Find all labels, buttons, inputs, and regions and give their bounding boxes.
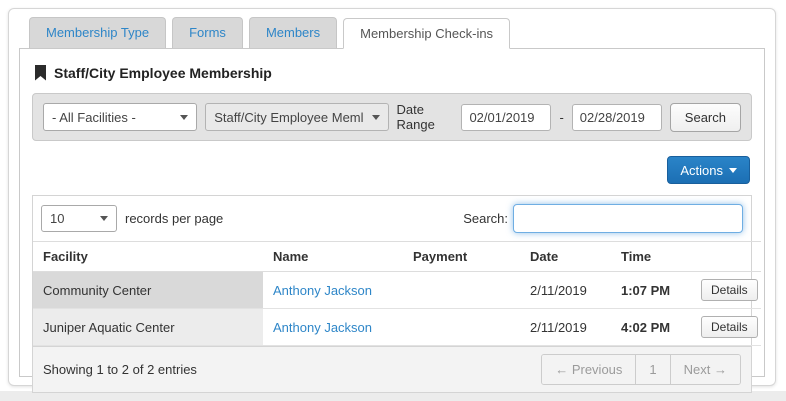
- tab-content-panel: Staff/City Employee Membership - All Fac…: [19, 48, 765, 377]
- table-search-input[interactable]: [513, 204, 743, 233]
- facility-select-value: - All Facilities -: [52, 110, 136, 125]
- bookmark-icon: [34, 65, 47, 81]
- pagination: ← Previous 1 Next →: [541, 354, 741, 385]
- facility-select[interactable]: - All Facilities -: [43, 103, 197, 131]
- chevron-down-icon: [100, 216, 108, 221]
- cell-date: 2/11/2019: [520, 309, 611, 346]
- tab-membership-type[interactable]: Membership Type: [29, 17, 166, 48]
- actions-button-label: Actions: [680, 163, 723, 178]
- header-name[interactable]: Name: [263, 242, 403, 272]
- cell-name: Anthony Jackson: [263, 272, 403, 309]
- cell-details: Details: [691, 272, 761, 309]
- pagination-previous-button[interactable]: ← Previous: [542, 355, 635, 384]
- date-from-input[interactable]: [461, 104, 551, 131]
- tab-forms[interactable]: Forms: [172, 17, 243, 48]
- actions-button[interactable]: Actions: [667, 156, 750, 184]
- pagination-page-1-button[interactable]: 1: [635, 355, 669, 384]
- check-ins-table: Facility Name Payment Date Time Communit…: [33, 241, 761, 346]
- header-payment[interactable]: Payment: [403, 242, 520, 272]
- details-button[interactable]: Details: [701, 316, 758, 338]
- entries-info: Showing 1 to 2 of 2 entries: [43, 362, 197, 377]
- page-length-suffix: records per page: [125, 211, 223, 226]
- header-details: [691, 242, 761, 272]
- search-button[interactable]: Search: [670, 103, 741, 132]
- tab-members[interactable]: Members: [249, 17, 337, 48]
- cell-facility: Juniper Aquatic Center: [33, 309, 263, 346]
- header-time[interactable]: Time: [611, 242, 691, 272]
- table-footer: Showing 1 to 2 of 2 entries ← Previous 1…: [33, 346, 751, 392]
- panel-title-text: Staff/City Employee Membership: [54, 65, 272, 81]
- main-panel: Membership Type Forms Members Membership…: [8, 8, 776, 386]
- chevron-down-icon: [372, 115, 380, 120]
- table-search-label: Search:: [463, 211, 513, 226]
- cell-name: Anthony Jackson: [263, 309, 403, 346]
- cell-details: Details: [691, 309, 761, 346]
- cell-time: 4:02 PM: [611, 309, 691, 346]
- table-row: Juniper Aquatic Center Anthony Jackson 2…: [33, 309, 761, 346]
- tab-membership-check-ins[interactable]: Membership Check-ins: [343, 18, 510, 49]
- table-row: Community Center Anthony Jackson 2/11/20…: [33, 272, 761, 309]
- details-button[interactable]: Details: [701, 279, 758, 301]
- panel-title: Staff/City Employee Membership: [32, 61, 752, 93]
- cell-facility: Community Center: [33, 272, 263, 309]
- page-length-select[interactable]: 10: [41, 205, 117, 232]
- cell-date: 2/11/2019: [520, 272, 611, 309]
- date-separator: -: [559, 110, 563, 125]
- table-controls: 10 records per page Search:: [33, 196, 751, 241]
- date-to-input[interactable]: [572, 104, 662, 131]
- page-length-value: 10: [50, 211, 64, 226]
- header-facility[interactable]: Facility: [33, 242, 263, 272]
- date-range-label: Date Range: [397, 102, 454, 132]
- cell-payment: [403, 272, 520, 309]
- datatable-wrapper: 10 records per page Search: Facility Nam…: [32, 195, 752, 393]
- filter-bar: - All Facilities - Staff/City Employee M…: [32, 93, 752, 141]
- membership-select-value: Staff/City Employee Meml: [214, 110, 363, 125]
- cell-time: 1:07 PM: [611, 272, 691, 309]
- member-name-link[interactable]: Anthony Jackson: [273, 283, 372, 298]
- member-name-link[interactable]: Anthony Jackson: [273, 320, 372, 335]
- cell-payment: [403, 309, 520, 346]
- pagination-next-button[interactable]: Next →: [670, 355, 740, 384]
- tab-bar: Membership Type Forms Members Membership…: [29, 17, 775, 48]
- header-date[interactable]: Date: [520, 242, 611, 272]
- membership-select[interactable]: Staff/City Employee Meml: [205, 103, 388, 131]
- actions-row: Actions: [32, 156, 750, 184]
- chevron-down-icon: [729, 168, 737, 173]
- chevron-down-icon: [180, 115, 188, 120]
- table-header-row: Facility Name Payment Date Time: [33, 242, 761, 272]
